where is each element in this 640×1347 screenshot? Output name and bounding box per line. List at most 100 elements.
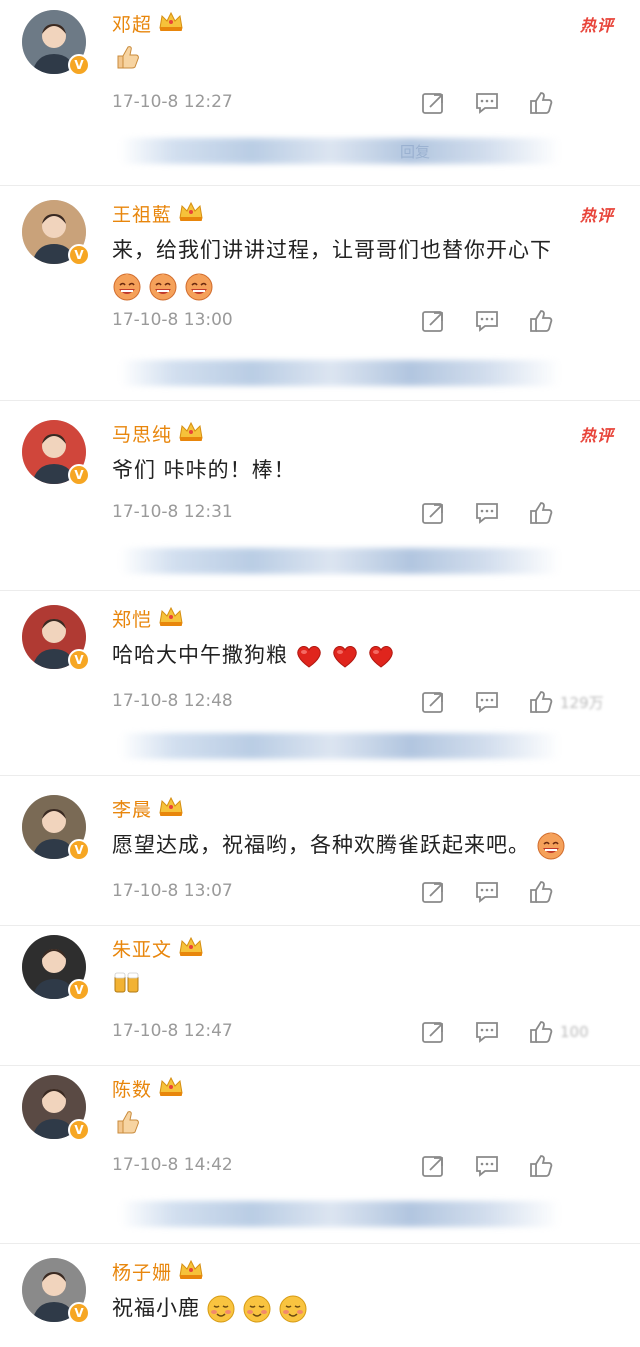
- like-count: 100: [560, 1023, 589, 1041]
- comment-icon: [474, 1019, 500, 1045]
- blush-emoji-icon: [206, 1294, 236, 1324]
- comment-timestamp: 17-10-8 12:48: [112, 691, 233, 711]
- replies-preview[interactable]: [120, 360, 560, 386]
- hot-comment-badge: 热评: [579, 426, 614, 445]
- divider: [0, 775, 640, 776]
- commenter-name[interactable]: 陈数: [112, 1075, 152, 1102]
- like-button[interactable]: 129万: [528, 689, 604, 715]
- reply-button[interactable]: [474, 879, 500, 905]
- share-icon: [420, 308, 446, 334]
- reply-button[interactable]: [474, 689, 500, 715]
- repost-button[interactable]: [420, 500, 446, 526]
- comment-timestamp: 17-10-8 12:31: [112, 502, 233, 522]
- share-icon: [420, 500, 446, 526]
- crown-icon: [172, 1258, 204, 1284]
- repost-button[interactable]: [420, 1019, 446, 1045]
- comment-timestamp: 17-10-8 13:00: [112, 310, 233, 330]
- commenter-name[interactable]: 李晨: [112, 795, 152, 822]
- reply-button[interactable]: [474, 90, 500, 116]
- comment-actions: [420, 308, 560, 334]
- repost-button[interactable]: [420, 1153, 446, 1179]
- crown-icon: [152, 10, 184, 36]
- crown-icon: [172, 935, 204, 961]
- comment-actions: [420, 879, 560, 905]
- share-icon: [420, 879, 446, 905]
- like-icon: [528, 1153, 554, 1179]
- commenter-name[interactable]: 王祖藍: [112, 200, 172, 227]
- share-icon: [420, 90, 446, 116]
- replies-preview[interactable]: [120, 733, 560, 759]
- verified-badge-icon: V: [68, 244, 90, 266]
- like-button[interactable]: 100: [528, 1019, 589, 1045]
- divider: [0, 185, 640, 186]
- thumbs-up-emoji-icon: [112, 42, 142, 72]
- comment-list: V 邓超 热评 17-10-8 12:27 回复 V 王祖藍 热评 来，给我们讲讲过程，让哥哥们…: [0, 0, 640, 1347]
- emoji-row: [112, 272, 214, 302]
- repost-button[interactable]: [420, 879, 446, 905]
- share-icon: [420, 1019, 446, 1045]
- comment-actions: 129万: [420, 689, 604, 715]
- comment-icon: [474, 1153, 500, 1179]
- replies-preview[interactable]: [120, 138, 560, 164]
- like-icon: [528, 1019, 554, 1045]
- repost-button[interactable]: [420, 90, 446, 116]
- like-button[interactable]: [528, 90, 560, 116]
- like-icon: [528, 879, 554, 905]
- commenter-name[interactable]: 朱亚文: [112, 935, 172, 962]
- divider: [0, 400, 640, 401]
- crown-icon: [152, 605, 184, 631]
- comment-actions: [420, 1153, 560, 1179]
- comment-actions: [420, 500, 560, 526]
- verified-badge-icon: V: [68, 464, 90, 486]
- blush-emoji-icon: [278, 1294, 308, 1324]
- verified-badge-icon: V: [68, 1302, 90, 1324]
- heart-emoji-icon: [366, 641, 396, 671]
- commenter-name[interactable]: 杨子姗: [112, 1258, 172, 1285]
- repost-button[interactable]: [420, 308, 446, 334]
- reply-button[interactable]: [474, 500, 500, 526]
- heart-emoji-icon: [330, 641, 360, 671]
- reply-button[interactable]: [474, 1153, 500, 1179]
- comment-timestamp: 17-10-8 12:27: [112, 92, 233, 112]
- comment-icon: [474, 308, 500, 334]
- comment-text: 愿望达成，祝福哟，各种欢腾雀跃起来吧。: [112, 833, 530, 857]
- crown-icon: [172, 200, 204, 226]
- reply-button[interactable]: [474, 1019, 500, 1045]
- replies-link[interactable]: 回复: [400, 141, 430, 162]
- comment-actions: [420, 90, 560, 116]
- emoji-row: [112, 967, 142, 997]
- like-icon: [528, 308, 554, 334]
- comment-icon: [474, 90, 500, 116]
- like-button[interactable]: [528, 1153, 560, 1179]
- divider: [0, 925, 640, 926]
- emoji-row: [112, 42, 142, 72]
- like-button[interactable]: [528, 879, 560, 905]
- comment-text: 来，给我们讲讲过程，让哥哥们也替你开心下: [112, 238, 552, 262]
- reply-button[interactable]: [474, 308, 500, 334]
- commenter-name[interactable]: 马思纯: [112, 420, 172, 447]
- thumbs-up-emoji-icon: [112, 1107, 142, 1137]
- crown-icon: [172, 420, 204, 446]
- verified-badge-icon: V: [68, 54, 90, 76]
- comment-icon: [474, 500, 500, 526]
- beer-emoji-icon: [112, 967, 142, 997]
- hot-comment-badge: 热评: [579, 16, 614, 35]
- comment-text: 哈哈大中午撒狗粮: [112, 643, 288, 667]
- replies-preview[interactable]: [120, 1201, 560, 1227]
- comment-text: 爷们 咔咔的！棒！: [112, 458, 296, 482]
- repost-button[interactable]: [420, 689, 446, 715]
- divider: [0, 1243, 640, 1244]
- commenter-name[interactable]: 邓超: [112, 10, 152, 37]
- replies-preview[interactable]: [120, 548, 560, 574]
- like-icon: [528, 689, 554, 715]
- crown-icon: [152, 795, 184, 821]
- comment-timestamp: 17-10-8 13:07: [112, 881, 233, 901]
- commenter-name[interactable]: 郑恺: [112, 605, 152, 632]
- laugh-emoji-icon: [148, 272, 178, 302]
- like-button[interactable]: [528, 500, 560, 526]
- laugh-emoji-icon: [112, 272, 142, 302]
- like-icon: [528, 90, 554, 116]
- comment-timestamp: 17-10-8 12:47: [112, 1021, 233, 1041]
- like-button[interactable]: [528, 308, 560, 334]
- comment-actions: 100: [420, 1019, 589, 1045]
